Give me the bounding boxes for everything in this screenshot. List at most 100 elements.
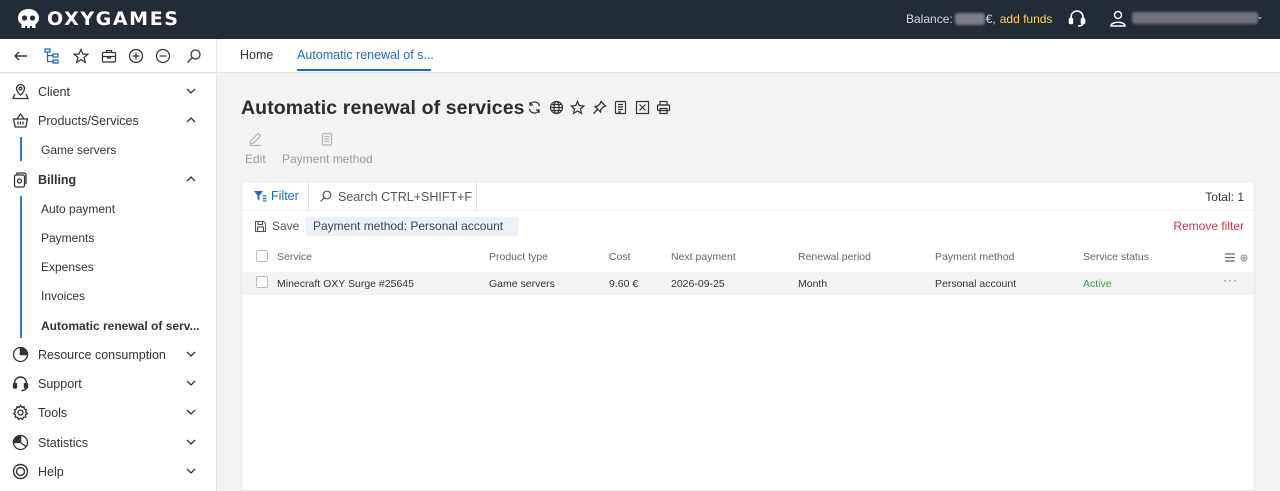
settings-gear-icon[interactable]: [1240, 254, 1248, 262]
page-title: Automatic renewal of services: [241, 97, 525, 119]
table-row[interactable]: Minecraft OXY Surge #25645 Game servers …: [242, 272, 1254, 295]
edit-label: Edit: [245, 152, 266, 166]
user-menu-chevron-icon[interactable]: ⌄: [1256, 11, 1264, 22]
gear-icon: [12, 404, 29, 421]
saved-filter-bar: Save Payment method: Personal account Re…: [242, 212, 1254, 241]
search-icon[interactable]: [186, 48, 202, 64]
briefcase-icon[interactable]: [101, 48, 117, 64]
cell-renewal-period: Month: [798, 278, 828, 290]
sidebar-item-tools[interactable]: Tools: [0, 398, 216, 427]
balance-currency: €,: [985, 12, 996, 26]
sidebar-item-help[interactable]: Help: [0, 457, 216, 486]
floppy-disk-icon: [254, 220, 267, 232]
cell-product-type: Game servers: [489, 278, 555, 290]
cell-service: Minecraft OXY Surge #25645: [277, 278, 414, 290]
edit-action[interactable]: Edit: [245, 132, 266, 166]
balance-label: Balance:: [906, 12, 953, 26]
column-header-cost[interactable]: Cost: [609, 251, 631, 263]
tree-structure-icon[interactable]: [44, 48, 60, 64]
chevron-up-icon: [186, 176, 196, 182]
support-headset-icon[interactable]: [1068, 9, 1086, 29]
column-header-next-payment[interactable]: Next payment: [671, 251, 736, 263]
billing-icon: [13, 172, 27, 188]
clipboard-icon: [322, 132, 333, 146]
map-pin-icon: [12, 83, 29, 100]
chevron-down-icon: [186, 468, 196, 474]
column-header-payment-method[interactable]: Payment method: [935, 251, 1014, 263]
chevron-down-icon: [186, 380, 196, 386]
column-header-renewal-period[interactable]: Renewal period: [798, 251, 871, 263]
sidebar-item-billing[interactable]: Billing: [0, 165, 216, 194]
balance: Balance: €, add funds: [906, 12, 1052, 26]
sidebar-subitem-label: Invoices: [41, 289, 86, 303]
tab-automatic-renewal[interactable]: Automatic renewal of s...: [297, 48, 434, 62]
sidebar-item-client[interactable]: Client: [0, 77, 216, 106]
sidebar-subitem-expenses[interactable]: Expenses: [0, 252, 216, 281]
pie-chart-icon: [12, 346, 29, 363]
filter-button[interactable]: Filter: [253, 189, 299, 203]
add-funds-link[interactable]: add funds: [1000, 12, 1053, 26]
refresh-icon[interactable]: [527, 100, 542, 115]
payment-method-action[interactable]: Payment method: [282, 132, 373, 166]
tab-home[interactable]: Home: [240, 48, 273, 62]
star-icon[interactable]: [73, 48, 89, 64]
collapse-all-icon[interactable]: [155, 48, 171, 64]
basket-icon: [12, 112, 29, 128]
sidebar-subitem-auto-payment[interactable]: Auto payment: [0, 194, 216, 223]
row-more-options-icon[interactable]: ···: [1223, 273, 1238, 287]
sidebar: Client Products/Services Game servers Bi…: [0, 74, 217, 491]
expand-all-icon[interactable]: [128, 48, 144, 64]
remove-filter-link[interactable]: Remove filter: [1173, 219, 1244, 233]
total-count: Total: 1: [1205, 190, 1244, 204]
sidebar-item-label: Resource consumption: [38, 348, 166, 362]
sidebar-item-resource-consumption[interactable]: Resource consumption: [0, 340, 216, 369]
back-arrow-icon[interactable]: [13, 48, 29, 64]
logo[interactable]: OXYGAMES: [16, 8, 180, 30]
filter-label: Filter: [271, 189, 299, 203]
lifebuoy-icon: [12, 463, 29, 480]
globe-icon[interactable]: [549, 100, 564, 115]
active-filter-chip[interactable]: Payment method: Personal account: [306, 217, 518, 236]
search-input[interactable]: [318, 188, 476, 206]
sidebar-item-label: Products/Services: [38, 114, 139, 128]
select-all-checkbox[interactable]: [256, 250, 268, 262]
column-settings-icon[interactable]: [1225, 253, 1235, 262]
column-header-service[interactable]: Service: [277, 251, 312, 263]
sidebar-subitem-label: Expenses: [41, 260, 94, 274]
sidebar-item-label: Client: [38, 85, 70, 99]
sidebar-item-label: Support: [38, 377, 82, 391]
main-content: Automatic renewal of services Edit Payme…: [217, 74, 1280, 491]
filter-funnel-icon: [254, 191, 267, 202]
sidebar-subitem-label: Game servers: [41, 143, 117, 157]
print-icon[interactable]: [656, 100, 671, 115]
sidebar-subitem-automatic-renewal[interactable]: Automatic renewal of serv...: [0, 311, 216, 340]
sidebar-item-statistics[interactable]: Statistics: [0, 428, 216, 457]
star-icon[interactable]: [570, 100, 585, 115]
chevron-down-icon: [186, 409, 196, 415]
headset-icon: [12, 376, 29, 392]
username-redacted[interactable]: [1132, 12, 1258, 24]
sidebar-subitem-game-servers[interactable]: Game servers: [0, 135, 216, 164]
sidebar-subitem-invoices[interactable]: Invoices: [0, 281, 216, 310]
sidebar-subitem-label: Payments: [41, 231, 95, 245]
sidebar-item-label: Billing: [38, 173, 77, 187]
sidebar-item-label: Help: [38, 465, 64, 479]
row-checkbox[interactable]: [256, 276, 268, 288]
excel-export-icon[interactable]: [635, 100, 650, 115]
user-icon[interactable]: [1109, 9, 1127, 27]
sidebar-item-label: Statistics: [38, 436, 89, 450]
sidebar-item-products-services[interactable]: Products/Services: [0, 106, 216, 135]
column-header-product-type[interactable]: Product type: [489, 251, 548, 263]
sidebar-toolbar: [0, 39, 217, 73]
pencil-icon: [249, 132, 262, 146]
sidebar-item-label: Tools: [38, 406, 68, 420]
document-icon[interactable]: [613, 100, 628, 115]
save-filter-button[interactable]: Save: [254, 219, 299, 233]
sidebar-item-support[interactable]: Support: [0, 369, 216, 398]
sidebar-subitem-payments[interactable]: Payments: [0, 223, 216, 252]
column-header-service-status[interactable]: Service status: [1083, 251, 1149, 263]
pin-icon[interactable]: [592, 100, 607, 115]
save-label: Save: [272, 219, 300, 233]
sidebar-subitem-label: Auto payment: [41, 202, 116, 216]
cell-cost: 9.60 €: [609, 278, 639, 290]
